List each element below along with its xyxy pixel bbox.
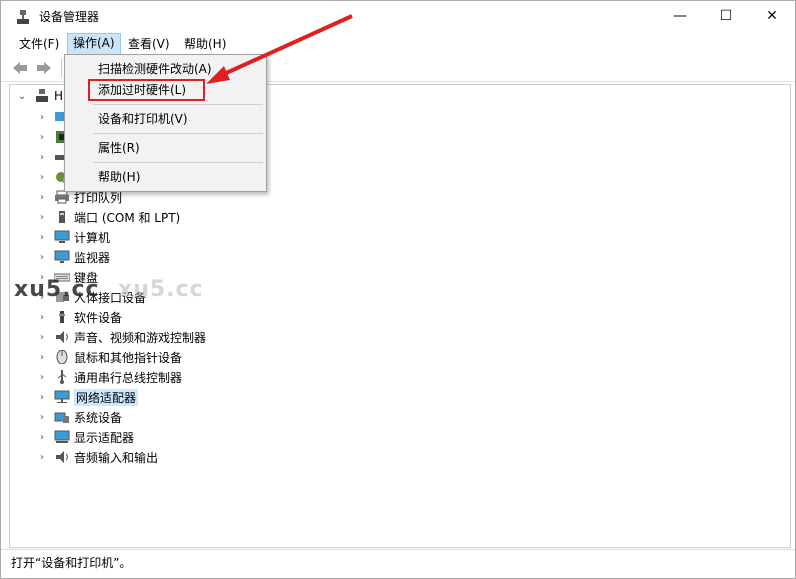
- tree-item[interactable]: › 计算机: [36, 227, 110, 247]
- expand-chevron-icon[interactable]: ›: [36, 311, 48, 323]
- expand-chevron-icon[interactable]: ›: [36, 451, 48, 463]
- menu-separator: [93, 104, 263, 105]
- tree-item-label: 显示适配器: [74, 430, 135, 445]
- audio-io-icon: [56, 451, 68, 463]
- expand-chevron-icon[interactable]: ›: [36, 231, 48, 243]
- tree-item-label: 通用串行总线控制器: [74, 370, 183, 385]
- tree-item[interactable]: › 声音、视频和游戏控制器: [36, 327, 206, 347]
- tree-item-label: 监视器: [74, 250, 111, 265]
- title-bar: 设备管理器 — ☐ ✕: [1, 1, 795, 31]
- usb-icon: [57, 370, 67, 384]
- close-button[interactable]: ✕: [749, 1, 795, 31]
- menu-file[interactable]: 文件(F): [14, 34, 64, 54]
- expand-chevron-icon[interactable]: ›: [36, 151, 48, 163]
- tree-item[interactable]: › 音频输入和输出: [36, 447, 158, 467]
- display-adapter-icon: [54, 430, 70, 443]
- tree-item-label: 音频输入和输出: [74, 450, 159, 465]
- window-title: 设备管理器: [39, 10, 100, 24]
- computer-root-icon: [36, 89, 48, 102]
- expand-chevron-icon[interactable]: ›: [36, 191, 48, 203]
- menu-item-label: 属性(R): [98, 141, 140, 155]
- tree-item[interactable]: › 系统设备: [36, 407, 122, 427]
- tree-item-label: 鼠标和其他指针设备: [74, 350, 183, 365]
- tree-item[interactable]: › 通用串行总线控制器: [36, 367, 182, 387]
- tree-item-label: 网络适配器: [74, 388, 139, 406]
- expand-chevron-icon[interactable]: ›: [36, 431, 48, 443]
- status-bar: 打开“设备和打印机”。: [1, 549, 795, 572]
- menu-item-label: 帮助(H): [98, 170, 141, 184]
- tree-item-label: 计算机: [74, 230, 111, 245]
- menu-action[interactable]: 操作(A): [67, 33, 121, 55]
- tree-root-label: H: [54, 89, 64, 103]
- toolbar-separator: [61, 59, 62, 77]
- expand-chevron-icon[interactable]: ›: [36, 411, 48, 423]
- monitor-icon: [54, 250, 70, 263]
- tree-item[interactable]: › 鼠标和其他指针设备: [36, 347, 182, 367]
- forward-arrow-icon[interactable]: [35, 60, 53, 76]
- menu-separator: [93, 162, 263, 163]
- device-manager-icon: [17, 10, 29, 24]
- annotation-highlight-box: [88, 79, 205, 101]
- menu-item-label: 设备和打印机(V): [98, 112, 188, 126]
- menu-view[interactable]: 查看(V): [123, 34, 175, 54]
- tree-item-label: 声音、视频和游戏控制器: [74, 330, 207, 345]
- maximize-button[interactable]: ☐: [703, 1, 749, 31]
- menu-separator: [93, 133, 263, 134]
- status-text: 打开“设备和打印机”。: [11, 556, 132, 570]
- tree-item-label: 软件设备: [74, 310, 123, 325]
- tree-item-label: 系统设备: [74, 410, 123, 425]
- expand-chevron-icon[interactable]: ›: [36, 331, 48, 343]
- watermark-light: xu5.cc: [118, 277, 204, 302]
- system-device-icon: [54, 412, 69, 423]
- tree-item[interactable]: › 端口 (COM 和 LPT): [36, 207, 180, 227]
- tree-item[interactable]: › 显示适配器: [36, 427, 134, 447]
- menu-item-scan-hardware[interactable]: 扫描检测硬件改动(A): [65, 58, 266, 80]
- computer-icon: [54, 230, 70, 243]
- tree-item[interactable]: › 网络适配器: [36, 387, 139, 407]
- action-menu: 扫描检测硬件改动(A) 添加过时硬件(L) 设备和打印机(V) 属性(R) 帮助…: [64, 54, 267, 192]
- back-arrow-icon[interactable]: [11, 60, 29, 76]
- tree-root[interactable]: ⌄ H: [16, 86, 63, 106]
- speaker-icon: [56, 331, 68, 343]
- collapse-chevron-icon[interactable]: ⌄: [16, 90, 28, 102]
- expand-chevron-icon[interactable]: ›: [36, 351, 48, 363]
- menu-item-help[interactable]: 帮助(H): [65, 166, 266, 188]
- port-icon: [59, 211, 65, 223]
- menu-bar: 文件(F) 操作(A) 查看(V) 帮助(H): [1, 32, 795, 55]
- minimize-button[interactable]: —: [657, 1, 703, 31]
- tree-item-label: 端口 (COM 和 LPT): [74, 210, 181, 225]
- menu-item-properties[interactable]: 属性(R): [65, 137, 266, 159]
- expand-chevron-icon[interactable]: ›: [36, 111, 48, 123]
- menu-item-label: 扫描检测硬件改动(A): [98, 62, 212, 76]
- expand-chevron-icon[interactable]: ›: [36, 131, 48, 143]
- network-icon: [54, 390, 70, 403]
- mouse-icon: [56, 350, 68, 364]
- expand-chevron-icon[interactable]: ›: [36, 371, 48, 383]
- expand-chevron-icon[interactable]: ›: [36, 391, 48, 403]
- expand-chevron-icon[interactable]: ›: [36, 251, 48, 263]
- tree-item[interactable]: › 监视器: [36, 247, 110, 267]
- expand-chevron-icon[interactable]: ›: [36, 211, 48, 223]
- watermark-dark: xu5.cc: [14, 277, 100, 302]
- menu-help[interactable]: 帮助(H): [179, 34, 231, 54]
- tree-item[interactable]: › 软件设备: [36, 307, 122, 327]
- expand-chevron-icon[interactable]: ›: [36, 171, 48, 183]
- printer-icon: [55, 190, 69, 204]
- menu-item-devices-printers[interactable]: 设备和打印机(V): [65, 108, 266, 130]
- software-device-icon: [59, 311, 65, 323]
